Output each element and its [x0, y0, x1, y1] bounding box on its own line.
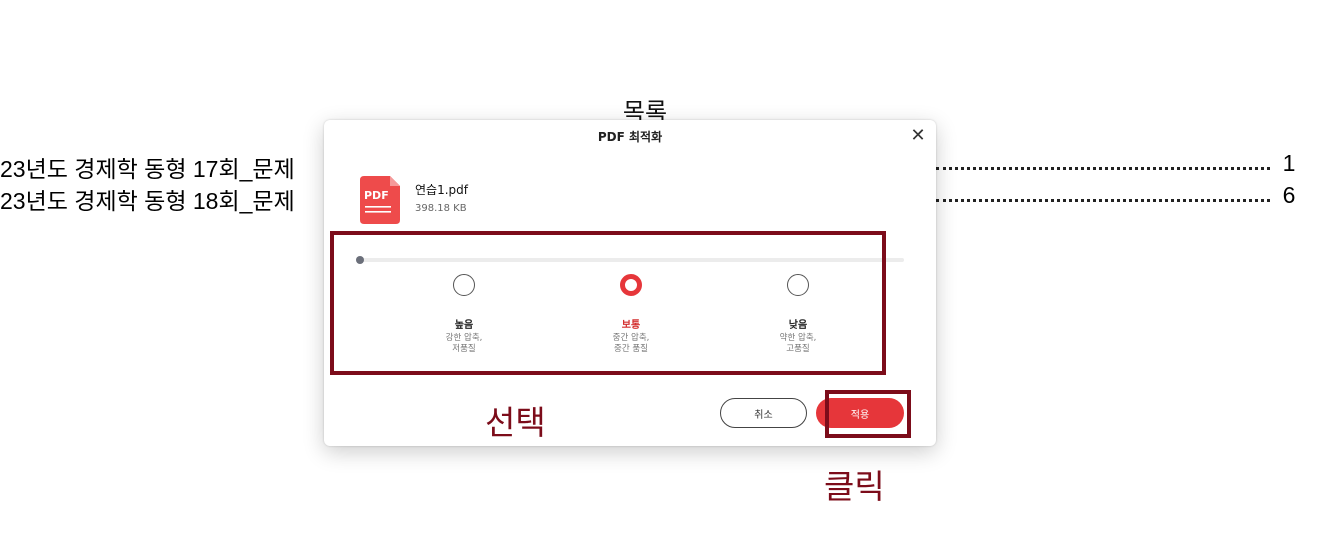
- annotation-click: 클릭: [824, 467, 885, 506]
- pdf-file-icon: PDF: [360, 176, 400, 224]
- toc-page-number: 1: [1282, 150, 1296, 176]
- file-size: 398.18 KB: [415, 203, 467, 214]
- toc-leader-dots: [936, 167, 1270, 170]
- toc-entry-text: 23년도 경제학 동형 18회_문제: [0, 188, 295, 214]
- annotation-select: 선택: [485, 403, 546, 442]
- toc-entry-text: 23년도 경제학 동형 17회_문제: [0, 156, 295, 182]
- file-name: 연습1.pdf: [415, 183, 468, 197]
- toc-page-number: 6: [1282, 182, 1296, 208]
- cancel-button[interactable]: 취소: [720, 398, 807, 428]
- dialog-title: PDF 최적화: [597, 130, 663, 144]
- pdf-icon-label: PDF: [364, 189, 389, 202]
- selection-highlight-box: [330, 231, 886, 375]
- close-icon[interactable]: ✕: [908, 126, 928, 146]
- toc-leader-dots: [936, 199, 1270, 202]
- apply-highlight-box: [825, 390, 911, 438]
